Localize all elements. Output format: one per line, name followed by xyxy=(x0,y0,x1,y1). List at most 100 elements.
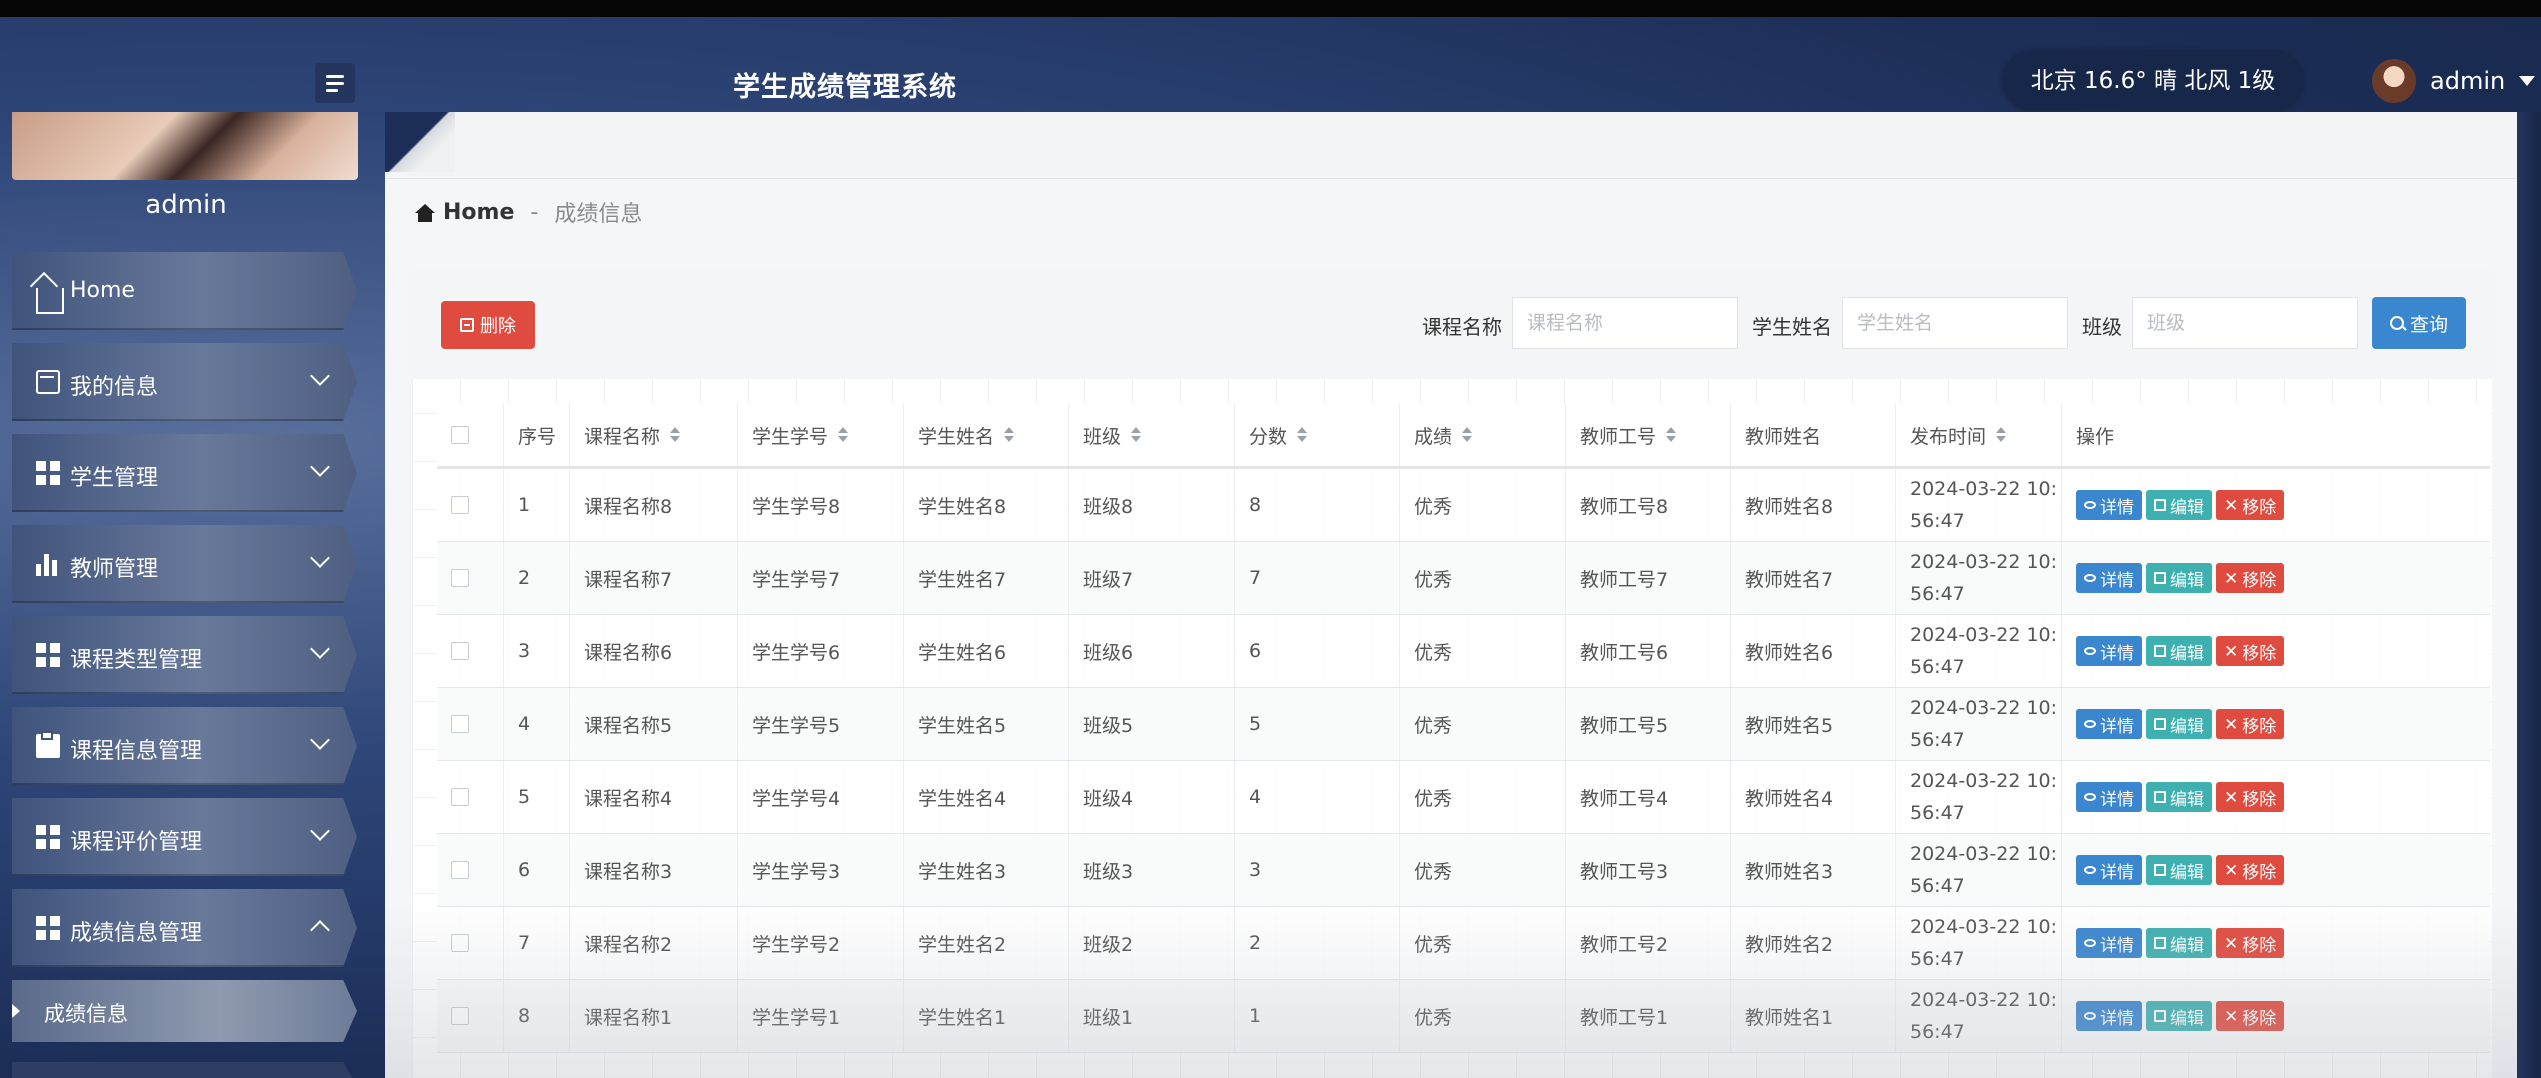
column-header-class[interactable]: 班级 xyxy=(1069,404,1235,466)
remove-button[interactable]: ✕ 移除 xyxy=(2216,1001,2285,1031)
remove-button[interactable]: ✕ 移除 xyxy=(2216,636,2285,666)
detail-button[interactable]: 详情 xyxy=(2076,782,2142,812)
remove-button[interactable]: ✕ 移除 xyxy=(2216,928,2285,958)
chevron-down-icon xyxy=(310,457,330,477)
grade-cell: 优秀 xyxy=(1400,615,1566,687)
edit-button[interactable]: 编辑 xyxy=(2146,490,2212,520)
edit-button[interactable]: 编辑 xyxy=(2146,928,2212,958)
menu-icon-bar xyxy=(326,74,344,78)
edit-button[interactable]: 编辑 xyxy=(2146,636,2212,666)
table-row: 3 课程名称6 学生学号6 学生姓名6 班级6 6 优秀 教师工号6 教师姓名6… xyxy=(437,615,2490,688)
edit-icon xyxy=(2154,937,2166,949)
breadcrumb-current: 成绩信息 xyxy=(554,202,643,227)
grade-cell: 优秀 xyxy=(1400,834,1566,906)
row-checkbox[interactable] xyxy=(451,788,469,806)
grade-cell: 优秀 xyxy=(1400,688,1566,760)
edit-button[interactable]: 编辑 xyxy=(2146,563,2212,593)
remove-button[interactable]: ✕ 移除 xyxy=(2216,855,2285,885)
remove-button[interactable]: ✕ 移除 xyxy=(2216,490,2285,520)
column-header-publish-time[interactable]: 发布时间 xyxy=(1896,404,2062,466)
edit-button[interactable]: 编辑 xyxy=(2146,709,2212,739)
actions-cell: 详情 编辑 ✕ 移除 xyxy=(2062,834,2456,906)
row-checkbox-cell xyxy=(437,907,504,979)
remove-button[interactable]: ✕ 移除 xyxy=(2216,709,2285,739)
column-header-teacher-no[interactable]: 教师工号 xyxy=(1566,404,1731,466)
search-button[interactable]: 查询 xyxy=(2372,297,2466,349)
teacher-name-cell: 教师姓名6 xyxy=(1731,615,1896,687)
row-checkbox[interactable] xyxy=(451,569,469,587)
publish-time-cell: 2024-03-22 10: 56:47 xyxy=(1896,761,2062,833)
sort-icon xyxy=(1666,427,1677,443)
student-name-cell: 学生姓名5 xyxy=(904,688,1069,760)
top-header: 学生成绩管理系统 北京 16.6° 晴 北风 1级 admin xyxy=(0,17,2541,112)
sidebar-item-home[interactable]: Home xyxy=(12,252,357,330)
detail-button[interactable]: 详情 xyxy=(2076,928,2142,958)
student-name-input[interactable] xyxy=(1842,297,2068,349)
teacher-no-cell: 教师工号4 xyxy=(1566,761,1731,833)
class-cell: 班级4 xyxy=(1069,761,1235,833)
right-edge-background xyxy=(2517,112,2541,1078)
breadcrumb: Home - 成绩信息 xyxy=(415,196,642,228)
row-checkbox-cell xyxy=(437,980,504,1052)
column-header-score[interactable]: 分数 xyxy=(1235,404,1400,466)
minus-square-icon xyxy=(460,318,474,332)
remove-button[interactable]: ✕ 移除 xyxy=(2216,782,2285,812)
sidebar-item-my-info[interactable]: 我的信息 xyxy=(12,343,357,421)
column-header-student-name[interactable]: 学生姓名 xyxy=(904,404,1069,466)
row-checkbox[interactable] xyxy=(451,496,469,514)
edit-button-label: 编辑 xyxy=(2170,1008,2204,1028)
sort-icon xyxy=(1004,427,1015,443)
clipboard-icon xyxy=(36,731,60,758)
sidebar-item-student-management[interactable]: 学生管理 xyxy=(12,434,357,512)
close-icon: ✕ xyxy=(2224,787,2239,807)
sidebar-item-partial[interactable] xyxy=(12,1062,357,1078)
detail-button[interactable]: 详情 xyxy=(2076,855,2142,885)
close-icon: ✕ xyxy=(2224,933,2239,953)
sidebar-item-course-evaluation-management[interactable]: 课程评价管理 xyxy=(12,798,357,876)
row-checkbox[interactable] xyxy=(451,861,469,879)
detail-button[interactable]: 详情 xyxy=(2076,636,2142,666)
sidebar-item-course-info-management[interactable]: 课程信息管理 xyxy=(12,707,357,785)
remove-button[interactable]: ✕ 移除 xyxy=(2216,563,2285,593)
eye-icon xyxy=(2084,720,2096,728)
edit-button[interactable]: 编辑 xyxy=(2146,1001,2212,1031)
publish-time-line: 56:47 xyxy=(1910,802,1965,824)
detail-button[interactable]: 详情 xyxy=(2076,709,2142,739)
publish-time-line: 56:47 xyxy=(1910,875,1965,897)
delete-button[interactable]: 删除 xyxy=(441,301,535,349)
sidebar-item-grade-info-management[interactable]: 成绩信息管理 xyxy=(12,889,357,967)
column-header-student-no[interactable]: 学生学号 xyxy=(738,404,904,466)
column-header-grade[interactable]: 成绩 xyxy=(1400,404,1566,466)
actions-cell: 详情 编辑 ✕ 移除 xyxy=(2062,761,2456,833)
grid-icon xyxy=(36,916,60,940)
edit-button[interactable]: 编辑 xyxy=(2146,855,2212,885)
detail-button[interactable]: 详情 xyxy=(2076,1001,2142,1031)
column-header-label: 序号 xyxy=(518,425,557,448)
teacher-no-cell: 教师工号2 xyxy=(1566,907,1731,979)
sidebar-item-course-type-management[interactable]: 课程类型管理 xyxy=(12,616,357,694)
eye-icon xyxy=(2084,574,2096,582)
table-row: 1 课程名称8 学生学号8 学生姓名8 班级8 8 优秀 教师工号8 教师姓名8… xyxy=(437,469,2490,542)
edit-button[interactable]: 编辑 xyxy=(2146,782,2212,812)
row-checkbox[interactable] xyxy=(451,715,469,733)
detail-button[interactable]: 详情 xyxy=(2076,490,2142,520)
class-input[interactable] xyxy=(2132,297,2358,349)
sidebar-item-teacher-management[interactable]: 教师管理 xyxy=(12,525,357,603)
row-checkbox[interactable] xyxy=(451,934,469,952)
course-name-input[interactable] xyxy=(1512,297,1738,349)
row-checkbox[interactable] xyxy=(451,642,469,660)
weather-widget: 北京 16.6° 晴 北风 1级 xyxy=(2003,51,2303,111)
detail-button[interactable]: 详情 xyxy=(2076,563,2142,593)
column-header-label: 发布时间 xyxy=(1910,425,1987,448)
student-name-cell: 学生姓名7 xyxy=(904,542,1069,614)
menu-icon-bar xyxy=(326,88,338,92)
breadcrumb-home-link[interactable]: Home xyxy=(443,200,514,225)
select-all-checkbox[interactable] xyxy=(451,426,469,444)
column-header-index: 序号 xyxy=(504,404,570,466)
sidebar-subitem-grade-info[interactable]: 成绩信息 xyxy=(12,980,357,1042)
row-checkbox[interactable] xyxy=(451,1007,469,1025)
user-menu[interactable]: admin xyxy=(2372,57,2536,105)
column-header-course-name[interactable]: 课程名称 xyxy=(570,404,738,466)
course-name-cell: 课程名称8 xyxy=(570,469,738,541)
menu-toggle-button[interactable] xyxy=(315,63,355,103)
